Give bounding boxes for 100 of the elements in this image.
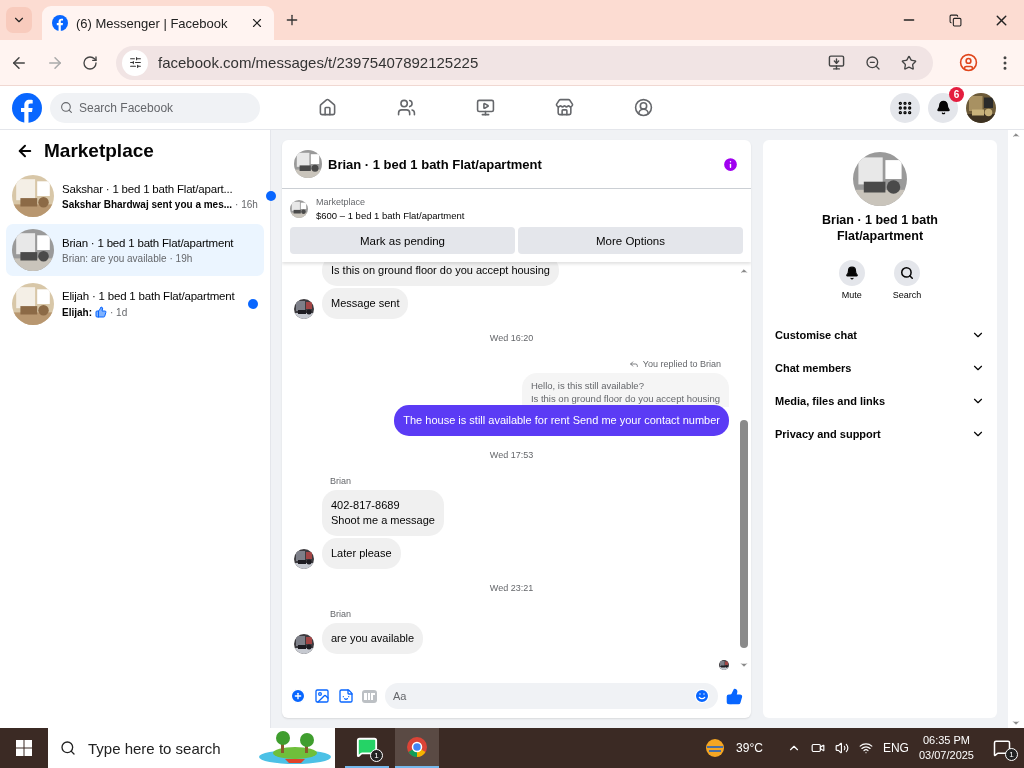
site-settings-icon[interactable] [128, 56, 142, 69]
chat-title: Elijah · 1 bed 1 bath Flat/apartment [62, 290, 235, 302]
chat-title: Sakshar · 1 bed 1 bath Flat/apart... [62, 182, 233, 195]
taskbar-search[interactable]: Type here to search [48, 728, 335, 768]
mark-pending-button[interactable]: Mark as pending [290, 227, 515, 254]
search-field[interactable]: Search Facebook [50, 92, 260, 123]
more-options-button[interactable]: More Options [518, 227, 743, 254]
quoted-message: Hello, is this still available? Is this on ground floor do you accept housing [521, 373, 729, 407]
facebook-icon [52, 15, 68, 31]
notifications-button[interactable] [928, 92, 958, 123]
chat-list-item[interactable]: Brian · 1 bed 1 bath Flat/apartment Brian: are you available · 19h [6, 224, 264, 276]
install-icon[interactable] [828, 54, 845, 71]
search-button[interactable] [894, 260, 920, 286]
sender-name: Brian [330, 609, 352, 619]
listing-summary: $600 – 1 bed 1 bath Flat/apartment [316, 210, 465, 221]
message-bubble: Later please [322, 538, 401, 569]
chrome-app[interactable] [395, 728, 439, 768]
browser-icon [406, 736, 428, 758]
search-icon [60, 740, 76, 756]
like-icon[interactable] [726, 687, 743, 705]
windows-logo-icon[interactable] [16, 740, 32, 756]
chat-title: Brian · 1 bed 1 bath Flat/apartment [328, 156, 543, 172]
message-field[interactable]: Aa [385, 683, 718, 709]
marketplace-icon[interactable] [555, 98, 574, 117]
add-icon[interactable] [290, 688, 306, 704]
chat-list-item[interactable]: Elijah · 1 bed 1 bath Flat/apartment Elijah: · 1d [6, 278, 264, 330]
new-tab-icon[interactable] [284, 12, 300, 28]
message-bubble: The house is still available for rent Send me your contact number [394, 405, 729, 436]
sidebar-title: Marketplace [44, 140, 154, 162]
grid-icon [897, 99, 913, 116]
emoji-icon[interactable] [694, 688, 710, 704]
volume-icon[interactable] [834, 741, 849, 755]
reply-icon [628, 359, 639, 369]
bookmark-icon[interactable] [901, 54, 917, 71]
app-badge: 1 [370, 749, 383, 762]
chat-bubble-icon [356, 736, 378, 758]
facebook-logo[interactable] [12, 92, 42, 123]
notification-badge: 6 [949, 86, 964, 102]
clock[interactable]: 06:35 PM 03/07/2025 [918, 733, 974, 763]
timestamp: Wed 23:21 [489, 583, 534, 593]
address-bar[interactable]: facebook.com/messages/t/23975407892125225 [116, 45, 933, 80]
bell-icon [935, 100, 951, 115]
sender-name: Brian [330, 476, 352, 486]
details-section[interactable]: Customise chat [775, 318, 985, 351]
image-icon[interactable] [314, 688, 330, 704]
listing-label: Marketplace [316, 197, 367, 207]
message-preview: Sakshar Bhardwaj sent you a mes... [62, 198, 233, 210]
timestamp: Wed 17:53 [489, 450, 534, 460]
search-icon [60, 101, 73, 114]
video-icon[interactable] [476, 98, 495, 117]
wifi-icon[interactable] [858, 741, 873, 755]
scroll-up-icon[interactable] [1011, 130, 1021, 140]
message-bubble: Is this on ground floor do you accept housing [322, 262, 559, 286]
scroll-down-icon[interactable] [1011, 718, 1021, 728]
message-preview: Brian: are you available [62, 252, 167, 264]
close-icon[interactable] [250, 16, 264, 30]
info-icon[interactable] [722, 155, 739, 173]
restore-icon[interactable] [948, 13, 962, 27]
notification-icon [993, 739, 1011, 757]
action-label: Mute [841, 290, 862, 300]
sticker-icon[interactable] [338, 688, 354, 704]
tab-search-button[interactable] [6, 7, 32, 33]
weather-temperature: 39°C [736, 741, 763, 755]
scroll-up-icon[interactable] [739, 266, 749, 276]
message-bubble: are you available [322, 623, 424, 654]
browser-tab[interactable]: (6) Messenger | Facebook [42, 6, 274, 40]
chat-title: Brian · 1 bed 1 bath Flat/apartment [62, 236, 234, 249]
friends-icon[interactable] [397, 98, 416, 117]
details-section[interactable]: Chat members [775, 351, 985, 384]
scroll-down-icon[interactable] [739, 660, 749, 670]
zoom-icon[interactable] [865, 54, 881, 71]
timestamp: Wed 16:20 [489, 333, 534, 343]
menu-button[interactable] [890, 92, 920, 123]
notification-badge: 1 [1005, 748, 1018, 761]
message-preview: Elijah: [62, 306, 92, 318]
home-icon[interactable] [318, 98, 337, 117]
mute-button[interactable] [838, 260, 865, 286]
back-icon[interactable] [16, 142, 34, 160]
profile-icon[interactable] [959, 53, 978, 72]
weather-icon [704, 737, 727, 759]
language-indicator[interactable]: ENG [882, 741, 909, 755]
account-button[interactable] [966, 92, 996, 123]
whatsapp-app[interactable]: 1 [345, 728, 389, 768]
chat-time: · 1d [110, 306, 128, 318]
reload-icon[interactable] [82, 54, 98, 71]
action-label: Search [892, 290, 922, 300]
message-bubble: Message sent [322, 288, 409, 319]
scrollbar-thumb[interactable] [740, 420, 748, 648]
chat-list-item[interactable]: Sakshar · 1 bed 1 bath Flat/apart... Sakshar Bhardwaj sent you a mes... · 16h [6, 170, 264, 222]
details-title: Brian · 1 bed 1 bath Flat/apartment [821, 212, 939, 244]
camera-icon[interactable] [810, 741, 825, 755]
bell-icon [844, 266, 859, 280]
message-bubble: 402-817-8689 Shoot me a message [322, 490, 444, 536]
groups-icon[interactable] [634, 98, 653, 117]
search-icon [900, 266, 914, 280]
details-section[interactable]: Media, files and links [775, 384, 985, 417]
details-section[interactable]: Privacy and support [775, 417, 985, 450]
chat-time: · 16h [235, 198, 258, 210]
chat-time: · 19h [169, 252, 193, 264]
reply-note: You replied to Brian [642, 359, 721, 369]
